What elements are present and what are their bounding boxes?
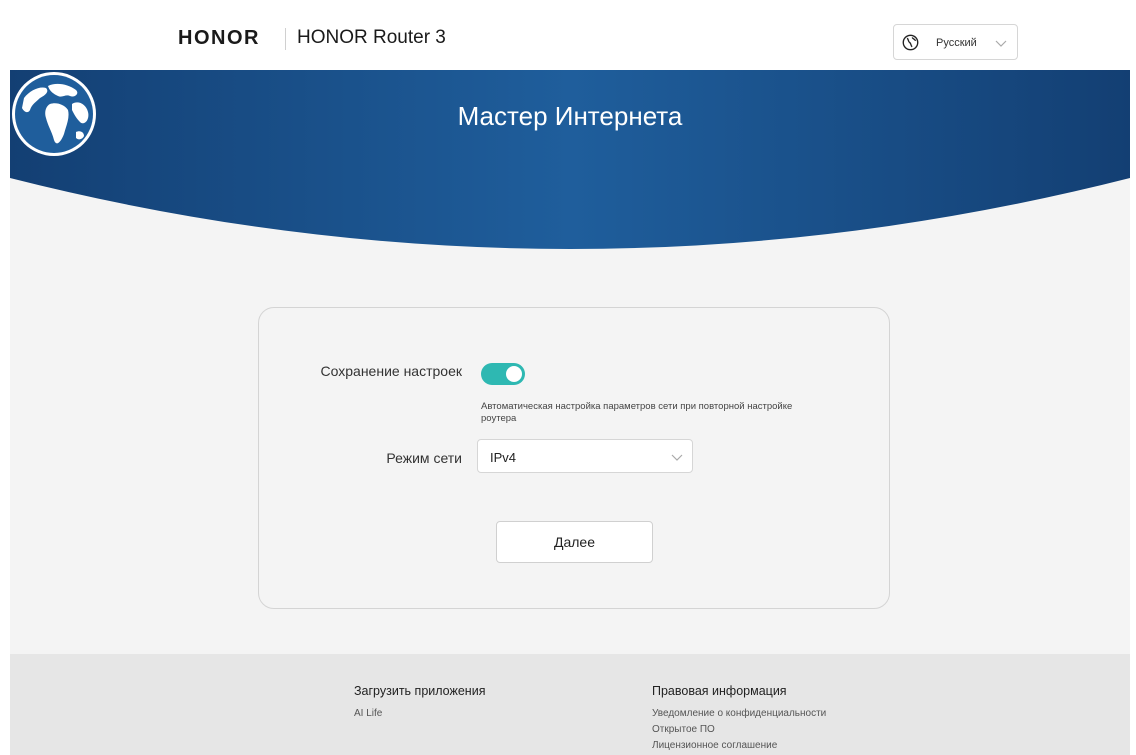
language-select[interactable]: Русский: [893, 24, 1018, 60]
footer-apps-title: Загрузить приложения: [354, 684, 486, 698]
globe-icon: [902, 34, 919, 51]
network-mode-label: Режим сети: [386, 450, 462, 466]
language-label: Русский: [936, 37, 977, 49]
chevron-down-icon: [995, 40, 1007, 47]
save-settings-label: Сохранение настроек: [320, 363, 462, 379]
chevron-down-icon: [671, 454, 683, 461]
footer-link-open-source[interactable]: Открытое ПО: [652, 722, 826, 738]
footer-legal-title: Правовая информация: [652, 684, 787, 698]
earth-globe-icon: [12, 72, 96, 156]
footer: Загрузить приложения AI Life Правовая ин…: [10, 654, 1130, 755]
top-bar: HONOR HONOR Router 3 Русский: [10, 0, 1130, 70]
product-name: HONOR Router 3: [297, 27, 446, 48]
footer-link-ai-life[interactable]: AI Life: [354, 706, 485, 722]
save-settings-toggle[interactable]: [481, 363, 525, 385]
footer-legal-section: Правовая информация Уведомление о конфид…: [652, 684, 826, 754]
footer-link-privacy[interactable]: Уведомление о конфиденциальности: [652, 706, 826, 722]
network-mode-value: IPv4: [490, 450, 517, 465]
toggle-knob: [506, 366, 522, 382]
router-web-page: HONOR HONOR Router 3 Русский Мастер Инте…: [10, 0, 1130, 755]
setup-card: Сохранение настроек Автоматическая настр…: [258, 307, 890, 609]
brand-divider: [285, 28, 286, 50]
next-button[interactable]: Далее: [496, 521, 653, 563]
network-mode-select[interactable]: IPv4: [477, 439, 693, 473]
brand-logo: HONOR: [178, 27, 260, 49]
save-settings-hint: Автоматическая настройка параметров сети…: [481, 401, 793, 424]
footer-apps-section: Загрузить приложения AI Life: [354, 684, 485, 722]
hero-background: [10, 70, 1130, 249]
hero-banner: Мастер Интернета: [10, 70, 1130, 260]
footer-link-license[interactable]: Лицензионное соглашение: [652, 738, 826, 754]
hero-title: Мастер Интернета: [457, 101, 683, 131]
